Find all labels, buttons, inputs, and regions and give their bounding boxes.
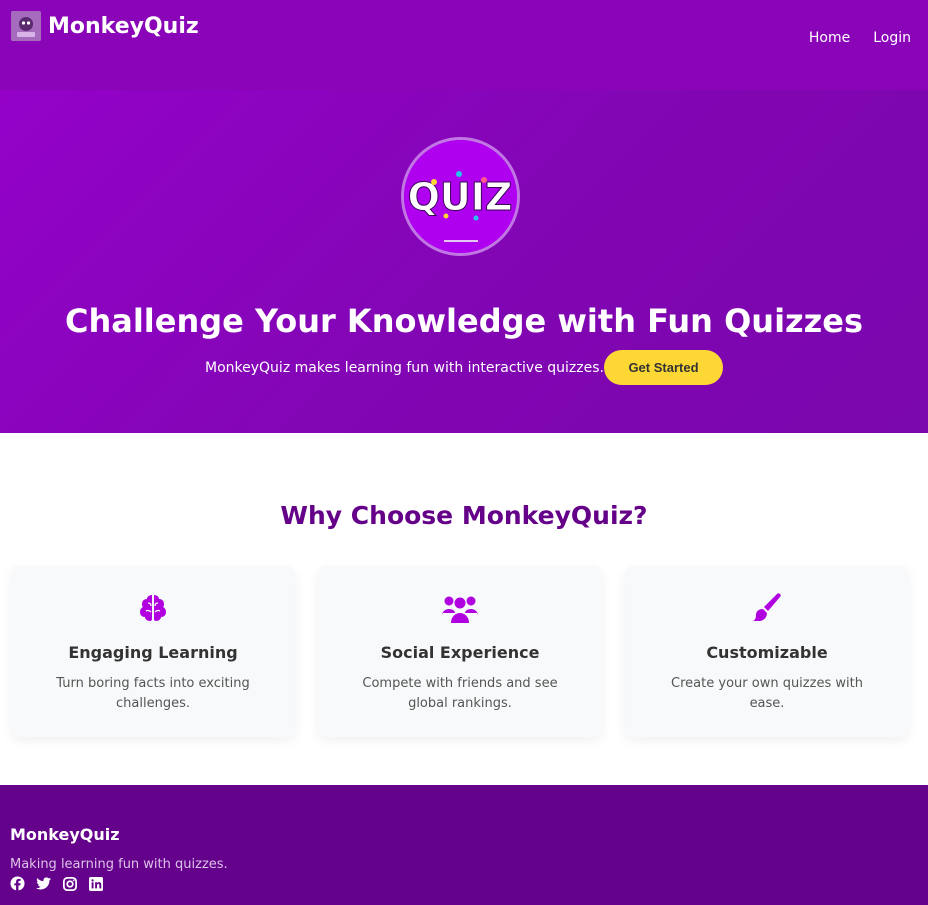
feature-card-social-experience: Social Experience Compete with friends a… bbox=[318, 566, 602, 737]
feature-title: Social Experience bbox=[380, 643, 540, 662]
hero-row: MonkeyQuiz makes learning fun with inter… bbox=[0, 350, 928, 385]
features-title: Why Choose MonkeyQuiz? bbox=[280, 501, 648, 530]
brand-logo-icon bbox=[11, 11, 41, 41]
feature-card-customizable: Customizable Create your own quizzes wit… bbox=[625, 566, 909, 737]
footer-social-links bbox=[10, 876, 103, 891]
svg-text:QUIZ: QUIZ bbox=[408, 175, 513, 219]
feature-card-engaging-learning: Engaging Learning Turn boring facts into… bbox=[11, 566, 295, 737]
nav-link-login[interactable]: Login bbox=[873, 30, 911, 46]
quiz-logo-image: QUIZ bbox=[401, 137, 520, 256]
facebook-icon[interactable] bbox=[10, 876, 25, 891]
feature-description: Create your own quizzes with ease. bbox=[671, 676, 863, 711]
feature-title: Customizable bbox=[706, 643, 828, 662]
linkedin-icon[interactable] bbox=[88, 876, 103, 891]
twitter-icon[interactable] bbox=[36, 876, 51, 891]
footer-tagline: Making learning fun with quizzes. bbox=[10, 857, 228, 872]
brand-name: MonkeyQuiz bbox=[48, 13, 199, 39]
hero-subtitle: MonkeyQuiz makes learning fun with inter… bbox=[205, 359, 604, 376]
brand[interactable]: MonkeyQuiz bbox=[11, 11, 199, 41]
hero-section: QUIZ Challenge Your Knowledge with Fun Q… bbox=[0, 90, 928, 433]
features-section: Why Choose MonkeyQuiz? Engaging Learning… bbox=[0, 433, 928, 785]
get-started-button[interactable]: Get Started bbox=[603, 350, 723, 385]
instagram-icon[interactable] bbox=[62, 876, 77, 891]
footer: MonkeyQuiz Making learning fun with quiz… bbox=[0, 785, 928, 905]
hero-title: Challenge Your Knowledge with Fun Quizze… bbox=[64, 302, 864, 340]
feature-cards: Engaging Learning Turn boring facts into… bbox=[11, 566, 909, 737]
brain-icon bbox=[11, 591, 295, 625]
feature-description: Turn boring facts into exciting challeng… bbox=[56, 676, 250, 711]
nav-links: Home Login bbox=[809, 30, 911, 46]
navbar: MonkeyQuiz Home Login bbox=[0, 0, 928, 90]
nav-link-home[interactable]: Home bbox=[809, 30, 850, 46]
feature-description: Compete with friends and see global rank… bbox=[362, 676, 558, 711]
users-icon bbox=[318, 591, 602, 625]
footer-brand: MonkeyQuiz bbox=[10, 825, 120, 844]
feature-title: Engaging Learning bbox=[68, 643, 238, 662]
paintbrush-icon bbox=[625, 591, 909, 625]
